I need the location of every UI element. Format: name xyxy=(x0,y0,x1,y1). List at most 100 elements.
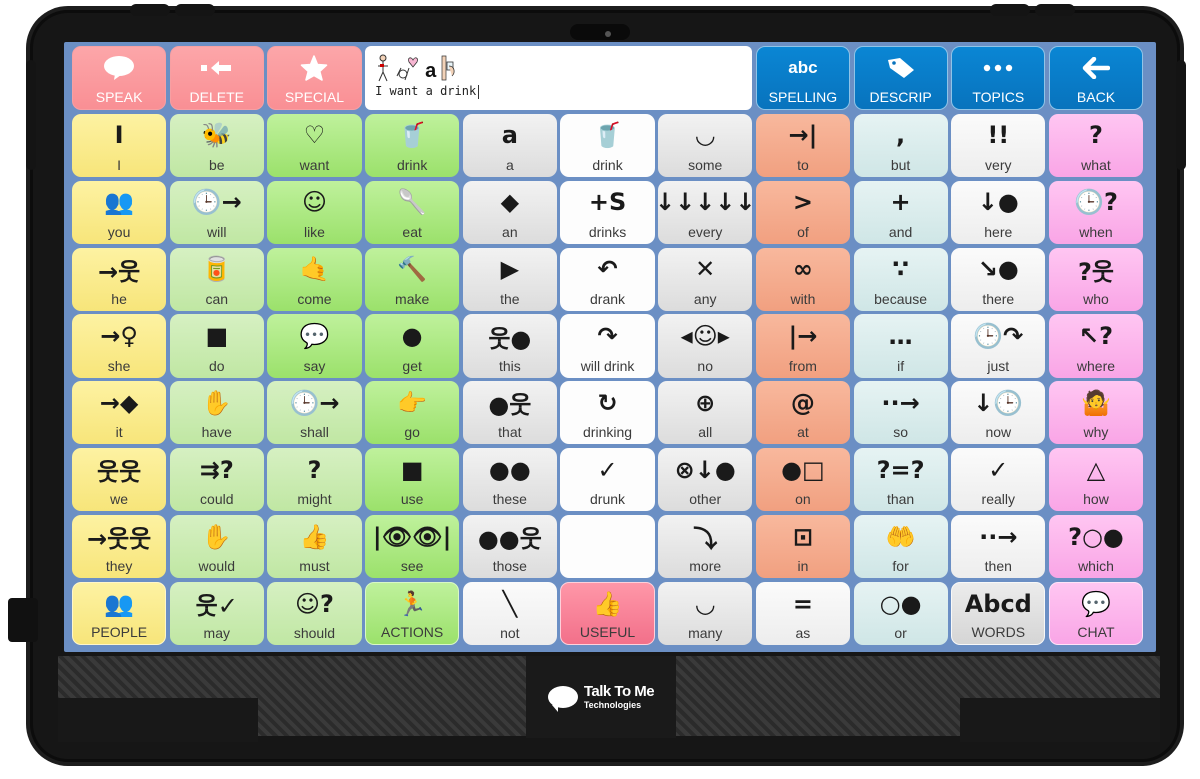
speak-button[interactable]: SPEAK xyxy=(72,46,167,110)
word-button-every[interactable]: ↓↓↓↓↓ every xyxy=(658,180,753,244)
word-button-there[interactable]: ↘● there xyxy=(951,247,1046,311)
word-button-shall[interactable]: 🕒→ shall xyxy=(267,381,362,445)
word-button-and[interactable]: + and xyxy=(853,180,948,244)
word-button-may[interactable]: 웃✓ may xyxy=(169,582,264,646)
word-button-with[interactable]: ∞ with xyxy=(755,247,850,311)
word-button-when[interactable]: 🕒? when xyxy=(1048,180,1144,244)
word-button-people[interactable]: 👥 PEOPLE xyxy=(72,582,167,646)
word-button-now[interactable]: ↓🕒 now xyxy=(951,381,1046,445)
word-button-drinking[interactable]: ↻ drinking xyxy=(560,381,655,445)
word-button-many[interactable]: ◡ many xyxy=(658,582,753,646)
word-button-who[interactable]: ?웃 who xyxy=(1048,247,1144,311)
word-button-should[interactable]: ☺? should xyxy=(267,582,362,646)
delete-button[interactable]: DELETE xyxy=(169,46,264,110)
word-button-what[interactable]: ? what xyxy=(1048,113,1144,177)
word-button-actions[interactable]: 🏃 ACTIONS xyxy=(365,582,460,646)
word-button-not[interactable]: ╲ not xyxy=(462,582,557,646)
word-button-might[interactable]: ? might xyxy=(267,448,362,512)
word-button-other[interactable]: ⊗↓● other xyxy=(658,448,753,512)
word-button-she[interactable]: →♀ she xyxy=(72,314,167,378)
spelling-button[interactable]: abc SPELLING xyxy=(755,46,850,110)
word-button-drunk[interactable]: ✓ drunk xyxy=(560,448,655,512)
word-button-have[interactable]: ✋ have xyxy=(169,381,264,445)
word-button-then[interactable]: ··→ then xyxy=(951,515,1046,579)
word-button-these[interactable]: ●● these xyxy=(462,448,557,512)
word-button-use[interactable]: ■ use xyxy=(365,448,460,512)
word-button-see[interactable]: |👁👁| see xyxy=(365,515,460,579)
word-button-will-drink[interactable]: ↷ will drink xyxy=(560,314,655,378)
word-button-can[interactable]: 🥫 can xyxy=(169,247,264,311)
word-button-no[interactable]: ◂☺▸ no xyxy=(658,314,753,378)
word-button-that[interactable]: ●웃 that xyxy=(462,381,557,445)
word-button-want[interactable]: ♡ want xyxy=(267,113,362,177)
word-button-so[interactable]: ··→ so xyxy=(853,381,948,445)
word-button-get[interactable]: ● get xyxy=(365,314,460,378)
word-button-from[interactable]: |→ from xyxy=(755,314,850,378)
descrip-button[interactable]: DESCRIP xyxy=(853,46,948,110)
word-button-at[interactable]: @ at xyxy=(755,381,850,445)
word-button-i[interactable]: II xyxy=(72,113,167,177)
word-button-he[interactable]: →웃 he xyxy=(72,247,167,311)
word-button-must[interactable]: 👍 must xyxy=(267,515,362,579)
word-button-the[interactable]: ▶ the xyxy=(462,247,557,311)
word-symbol-see-icon: |👁👁| xyxy=(365,515,459,558)
word-button-drinks[interactable]: +S drinks xyxy=(560,180,655,244)
word-button-drank[interactable]: ↶ drank xyxy=(560,247,655,311)
word-button-drink[interactable]: 🥤 drink xyxy=(560,113,655,177)
word-button-make[interactable]: 🔨 make xyxy=(365,247,460,311)
word-button-or[interactable]: ○● or xyxy=(853,582,948,646)
word-button-of[interactable]: > of xyxy=(755,180,850,244)
word-button-will[interactable]: 🕒→ will xyxy=(169,180,264,244)
word-button-we[interactable]: 웃웃 we xyxy=(72,448,167,512)
back-button[interactable]: BACK xyxy=(1048,46,1144,110)
word-button-but[interactable]: , but xyxy=(853,113,948,177)
special-button[interactable]: SPECIAL xyxy=(267,46,362,110)
word-button-drink[interactable]: 🥤 drink xyxy=(365,113,460,177)
word-button-they[interactable]: →웃웃 they xyxy=(72,515,167,579)
word-symbol-drink-icon: 🥤 xyxy=(560,114,654,157)
word-button-a[interactable]: aa xyxy=(462,113,557,177)
word-button-where[interactable]: ↖? where xyxy=(1048,314,1144,378)
word-button-like[interactable]: ☺ like xyxy=(267,180,362,244)
word-button-do[interactable]: ■ do xyxy=(169,314,264,378)
word-button-in[interactable]: ⊡ in xyxy=(755,515,850,579)
word-button-very[interactable]: !! very xyxy=(951,113,1046,177)
word-button-really[interactable]: ✓ really xyxy=(951,448,1046,512)
word-button-more[interactable]: ⤵ more xyxy=(658,515,753,579)
word-button-this[interactable]: 웃● this xyxy=(462,314,557,378)
word-button-how[interactable]: △ how xyxy=(1048,448,1144,512)
word-button-here[interactable]: ↓● here xyxy=(951,180,1046,244)
word-button-chat[interactable]: 💬 CHAT xyxy=(1048,582,1144,646)
word-button-as[interactable]: = as xyxy=(755,582,850,646)
word-button-could[interactable]: ⇉? could xyxy=(169,448,264,512)
side-button[interactable] xyxy=(8,598,38,642)
word-button-any[interactable]: ✕ any xyxy=(658,247,753,311)
word-button-which[interactable]: ?○● which xyxy=(1048,515,1144,579)
case-bump xyxy=(990,4,1030,16)
word-button-than[interactable]: ?=? than xyxy=(853,448,948,512)
word-button-say[interactable]: 💬 say xyxy=(267,314,362,378)
word-button-for[interactable]: 🤲 for xyxy=(853,515,948,579)
topics-button[interactable]: TOPICS xyxy=(951,46,1046,110)
word-button-go[interactable]: 👉 go xyxy=(365,381,460,445)
word-button-come[interactable]: 🤙 come xyxy=(267,247,362,311)
word-button-on[interactable]: ●□ on xyxy=(755,448,850,512)
word-button-to[interactable]: →| to xyxy=(755,113,850,177)
word-button-would[interactable]: ✋ would xyxy=(169,515,264,579)
word-button-be[interactable]: 🐝 be xyxy=(169,113,264,177)
message-bar[interactable]: a I want a drink xyxy=(365,46,753,110)
word-button-eat[interactable]: 🥄 eat xyxy=(365,180,460,244)
word-button-you[interactable]: 👥 you xyxy=(72,180,167,244)
word-button-an[interactable]: ◆ an xyxy=(462,180,557,244)
word-button-some[interactable]: ◡ some xyxy=(658,113,753,177)
word-button-those[interactable]: ●●웃 those xyxy=(462,515,557,579)
word-button-it[interactable]: →◆ it xyxy=(72,381,167,445)
word-button-because[interactable]: ∵ because xyxy=(853,247,948,311)
word-button-useful[interactable]: 👍 USEFUL xyxy=(560,582,655,646)
word-button-why[interactable]: 🤷 why xyxy=(1048,381,1144,445)
word-button-empty[interactable] xyxy=(560,515,655,579)
word-button-all[interactable]: ⊕ all xyxy=(658,381,753,445)
word-button-words[interactable]: Abcd WORDS xyxy=(951,582,1046,646)
word-button-just[interactable]: 🕒↷ just xyxy=(951,314,1046,378)
word-button-if[interactable]: … if xyxy=(853,314,948,378)
